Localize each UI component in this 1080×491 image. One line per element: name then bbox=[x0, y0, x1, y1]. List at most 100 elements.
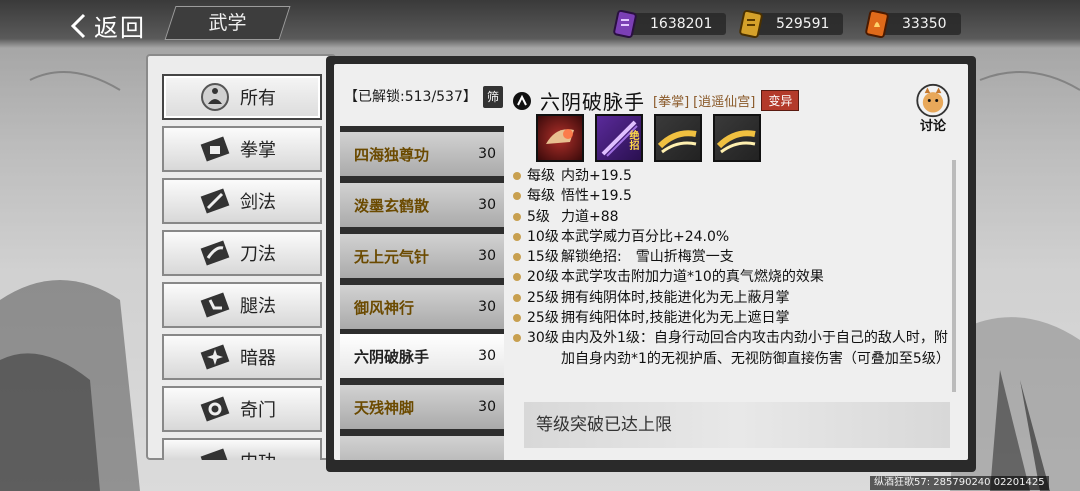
stat-level: 30级 bbox=[527, 330, 559, 347]
skill-list-item[interactable]: 天残神脚 30 bbox=[340, 385, 504, 429]
category-label: 暗器 bbox=[240, 348, 276, 369]
bullet-icon bbox=[513, 273, 521, 282]
skill-sect-tag: [逍遥仙宫] bbox=[693, 95, 756, 110]
category-label: 奇门 bbox=[240, 400, 276, 421]
stat-row: 5级 力道+88 bbox=[513, 207, 953, 227]
skill-list-item[interactable]: 四海独尊功 30 bbox=[340, 132, 504, 176]
bullet-icon bbox=[513, 314, 521, 323]
skill-list-item[interactable] bbox=[340, 436, 504, 460]
skill-name: 天残神脚 bbox=[354, 398, 415, 417]
stat-level: 25级 bbox=[527, 289, 559, 306]
page-title-tab: 武学 bbox=[164, 6, 291, 40]
bullet-icon bbox=[513, 334, 521, 343]
ultimate-badge: 绝招 bbox=[627, 130, 638, 150]
skill-list[interactable]: 四海独尊功 30 泼墨玄鹤散 30 无上元气针 30 御风神行 30 六阴破脉手 30 天… bbox=[340, 126, 504, 460]
category-sword[interactable]: 剑法 bbox=[162, 178, 322, 224]
ultimate-move-icon[interactable]: 绝招 bbox=[595, 114, 643, 162]
filter-button[interactable]: 筛 bbox=[483, 86, 503, 108]
bullet-icon bbox=[513, 253, 521, 262]
stat-text: 悟性+19.5 bbox=[561, 188, 632, 205]
skill-move-icon[interactable] bbox=[536, 114, 584, 162]
dog-avatar-icon bbox=[916, 83, 950, 118]
skill-level: 30 bbox=[478, 248, 496, 264]
stat-text: 本武学攻击附加力道*10的真气燃烧的效果 bbox=[561, 269, 824, 286]
evolve-icon-moon[interactable] bbox=[654, 114, 702, 162]
skill-list-item-selected[interactable]: 六阴破脉手 30 bbox=[340, 334, 504, 378]
bullet-icon bbox=[513, 192, 521, 201]
skill-name: 六阴破脉手 bbox=[354, 347, 430, 366]
category-blade[interactable]: 刀法 bbox=[162, 230, 322, 276]
category-hidden-weapon[interactable]: 暗器 bbox=[162, 334, 322, 380]
purple-token-count: 1638201 bbox=[626, 13, 727, 35]
category-inner[interactable]: 内功 bbox=[162, 438, 322, 460]
detail-scrollbar[interactable] bbox=[952, 160, 956, 392]
category-label: 刀法 bbox=[240, 244, 276, 265]
skill-name: 泼墨玄鹤散 bbox=[354, 196, 430, 215]
skill-name: 无上元气针 bbox=[354, 247, 430, 266]
category-label: 剑法 bbox=[240, 192, 276, 213]
purple-token-icon bbox=[613, 9, 637, 39]
odd-weapon-icon bbox=[198, 392, 232, 426]
stat-row: 15级 解锁绝招: 雪山折梅赏一支 bbox=[513, 247, 953, 267]
stat-level: 25级 bbox=[527, 310, 559, 327]
skill-title: 六阴破脉手 bbox=[540, 90, 645, 114]
skill-level: 30 bbox=[478, 197, 496, 213]
stat-row: 25级 拥有纯阳体时,技能进化为无上遮日掌 bbox=[513, 308, 953, 328]
category-label: 腿法 bbox=[240, 296, 276, 317]
stat-text: 由内及外1级：自身行动回合内攻击内劲小于自己的敌人时，附加自身内劲*1的无视护盾… bbox=[561, 330, 950, 367]
unlock-count: 【已解锁:513/537】 bbox=[344, 89, 477, 105]
skill-name: 御风神行 bbox=[354, 298, 415, 317]
stat-text: 力道+88 bbox=[561, 208, 619, 225]
resource-purple: 1638201 bbox=[610, 9, 727, 39]
skill-level: 30 bbox=[478, 348, 496, 364]
bullet-icon bbox=[513, 212, 521, 221]
orange-token-icon bbox=[865, 9, 889, 39]
category-panel: 所有 拳掌 剑法 刀法 腿法 暗器 奇门 内功 bbox=[146, 54, 336, 460]
stat-text: 本武学威力百分比+24.0% bbox=[561, 228, 730, 245]
skill-list-item[interactable]: 御风神行 30 bbox=[340, 285, 504, 329]
skill-icon-row: 绝招 bbox=[536, 114, 761, 162]
golden-palm-icon bbox=[716, 130, 756, 154]
discuss-button[interactable]: 讨论 bbox=[908, 82, 958, 134]
stat-text: 拥有纯阳体时,技能进化为无上遮日掌 bbox=[561, 310, 790, 327]
evolve-icon-sun[interactable] bbox=[713, 114, 761, 162]
skill-level: 30 bbox=[478, 299, 496, 315]
bullet-icon bbox=[513, 293, 521, 302]
stat-text: 内劲+19.5 bbox=[561, 168, 632, 184]
page-title: 武学 bbox=[208, 12, 247, 34]
skill-level: 30 bbox=[478, 146, 496, 162]
bullet-icon bbox=[513, 172, 521, 180]
stat-row: 25级 拥有纯阴体时,技能进化为无上蔽月掌 bbox=[513, 288, 953, 308]
stat-row: 30级 由内及外1级：自身行动回合内攻击内劲小于自己的敌人时，附加自身内劲*1的无… bbox=[513, 328, 953, 369]
golden-palm-icon bbox=[657, 130, 697, 154]
kick-icon bbox=[198, 288, 232, 322]
player-id-footer: 纵酒狂歌57: 285790240 02201425 bbox=[870, 476, 1049, 490]
stat-level: 20级 bbox=[527, 269, 559, 286]
skill-list-item[interactable]: 无上元气针 30 bbox=[340, 234, 504, 278]
fist-strike-icon bbox=[546, 129, 574, 144]
skill-name: 四海独尊功 bbox=[354, 145, 430, 164]
skill-list-item[interactable]: 泼墨玄鹤散 30 bbox=[340, 183, 504, 227]
category-kick[interactable]: 腿法 bbox=[162, 282, 322, 328]
stat-text: 解锁绝招: 雪山折梅赏一支 bbox=[561, 249, 734, 266]
category-fist[interactable]: 拳掌 bbox=[162, 126, 322, 172]
category-odd-weapon[interactable]: 奇门 bbox=[162, 386, 322, 432]
category-all[interactable]: 所有 bbox=[162, 74, 322, 120]
shuriken-icon bbox=[198, 340, 232, 374]
fist-icon bbox=[198, 132, 232, 166]
stat-text: 拥有纯阴体时,技能进化为无上蔽月掌 bbox=[561, 289, 790, 306]
stat-row: 20级 本武学攻击附加力道*10的真气燃烧的效果 bbox=[513, 267, 953, 287]
sword-icon bbox=[198, 184, 232, 218]
back-button[interactable]: 返回 bbox=[68, 8, 146, 43]
stat-level: 每级 bbox=[527, 188, 555, 205]
gold-token-icon bbox=[739, 9, 763, 39]
variant-badge: 变异 bbox=[761, 90, 800, 111]
skill-title-row: 六阴破脉手 [拳掌] [逍遥仙宫] 变异 bbox=[512, 86, 800, 115]
fist-type-icon bbox=[513, 91, 531, 110]
category-label: 内功 bbox=[240, 448, 276, 460]
skill-stats: 每级 内劲+19.5 每级 悟性+19.5 5级 力道+88 10级 本武学威力百分比+… bbox=[513, 166, 953, 369]
category-label: 所有 bbox=[240, 88, 276, 109]
bullet-icon bbox=[513, 232, 521, 241]
resource-gold: 529591 bbox=[736, 9, 844, 39]
blade-icon bbox=[198, 236, 232, 270]
